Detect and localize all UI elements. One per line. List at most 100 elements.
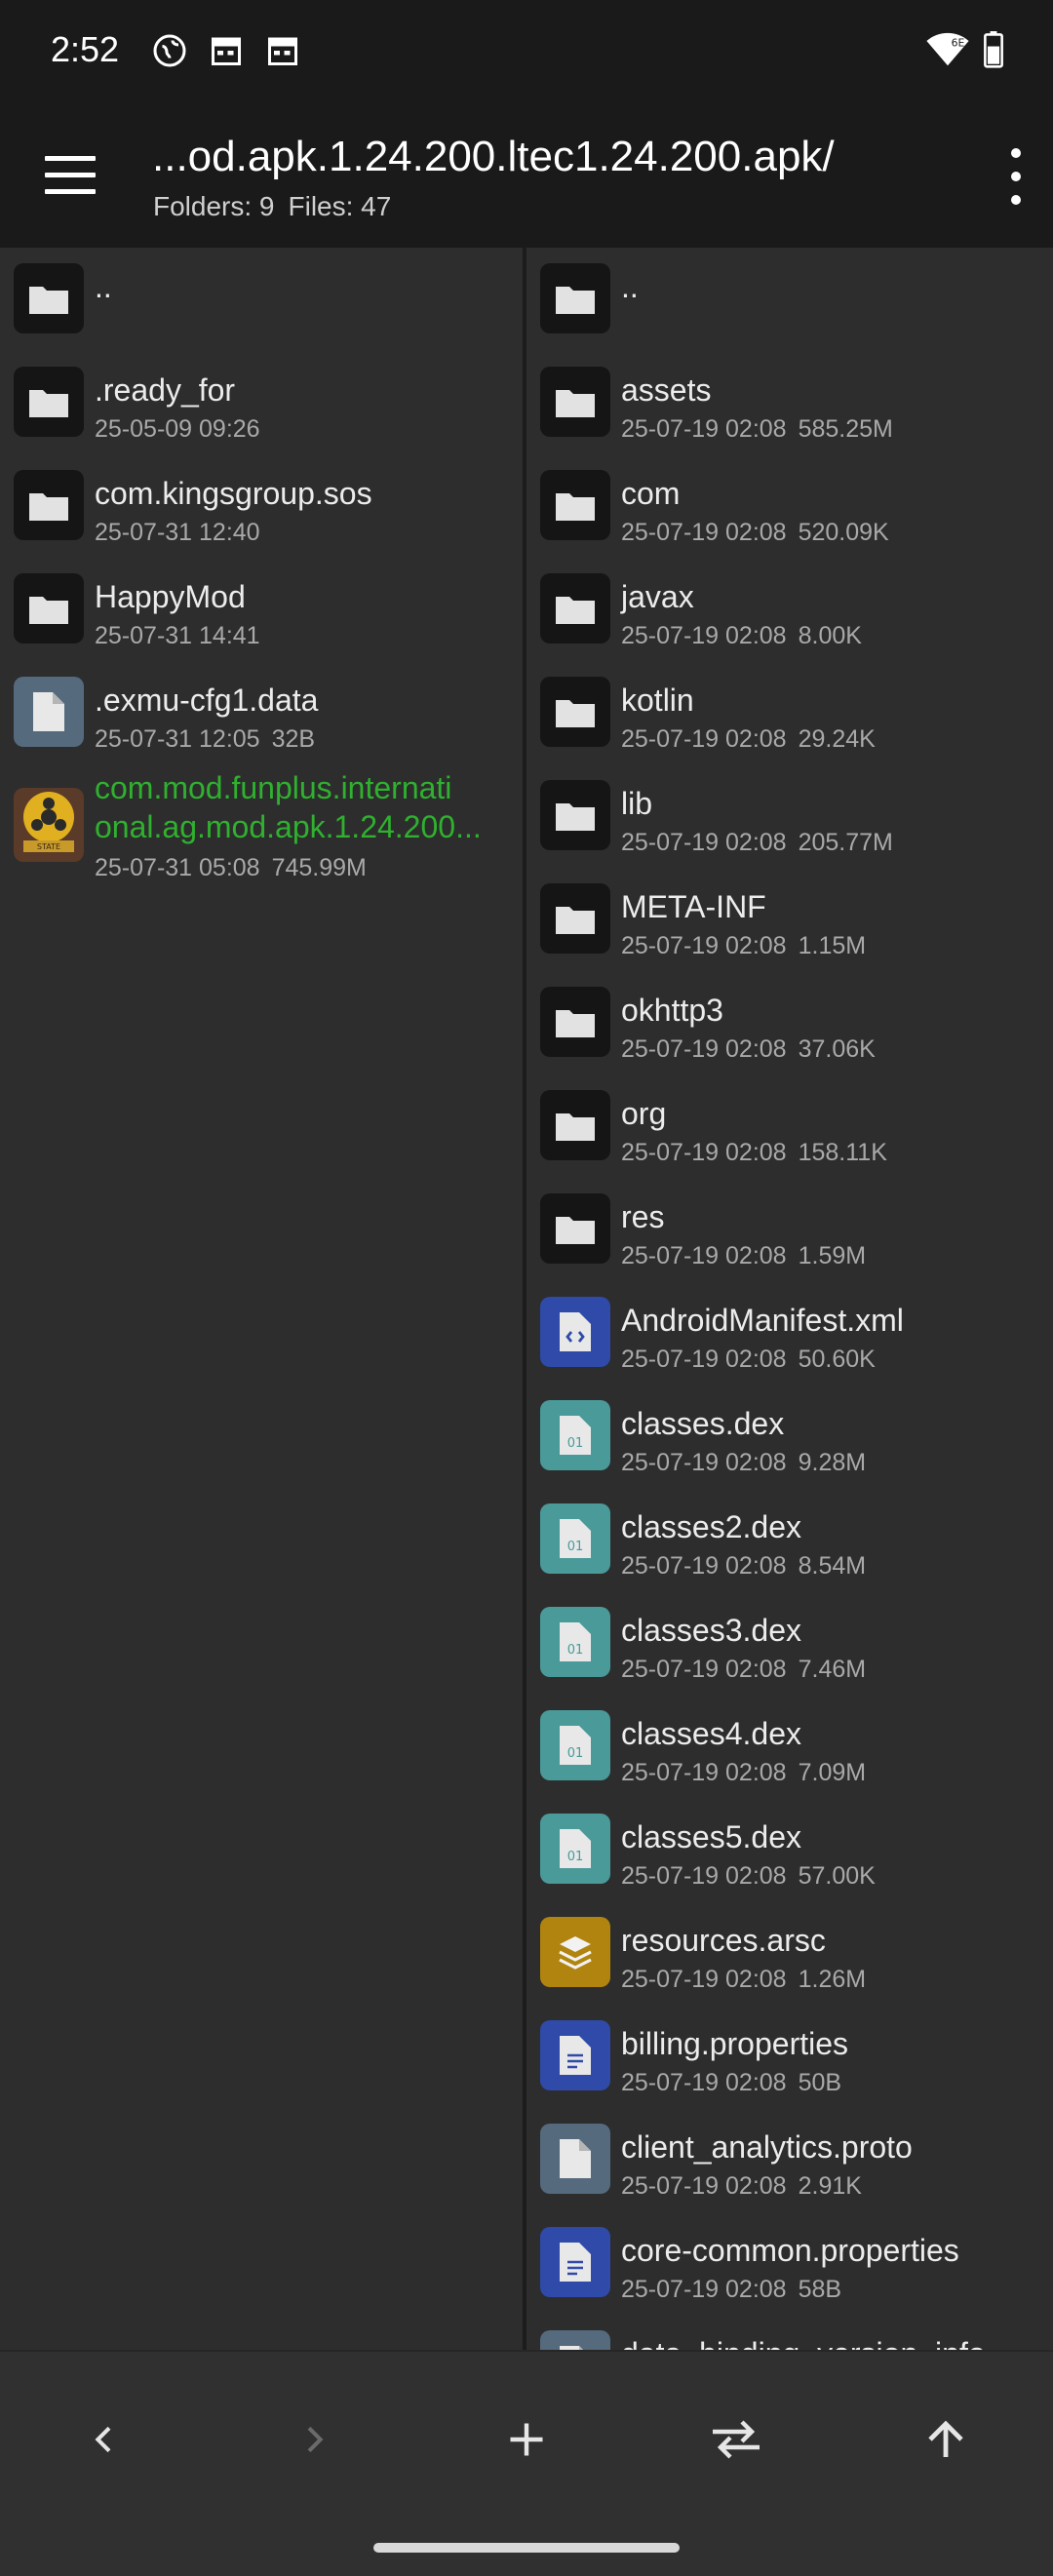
back-icon[interactable] [65,2400,143,2478]
list-item[interactable]: lib 25-07-19 02:08 205.77M [526,764,1053,868]
row-name: classes4.dex [621,1716,801,1751]
row-meta: 25-07-19 02:08 585.25M [621,415,905,444]
forward-icon[interactable] [275,2400,353,2478]
row-date: 25-07-19 02:08 [621,1966,787,1993]
app-bar: ...od.apk.1.24.200.ltec1.24.200.apk/ Fol… [0,107,1053,248]
left-file-pane[interactable]: .. .ready_for 25-05-09 09:26 com.kingsgr… [0,248,523,2350]
row-name: assets [621,372,712,408]
list-item[interactable]: META-INF 25-07-19 02:08 1.15M [526,868,1053,971]
row-name: resources.arsc [621,1923,826,1958]
list-item[interactable]: kotlin 25-07-19 02:08 29.24K [526,661,1053,764]
dex-file-icon: 01 [540,1607,610,1677]
list-item[interactable]: core-common.properties 25-07-19 02:08 58B [526,2211,1053,2315]
row-date: 25-07-19 02:08 [621,415,787,443]
dex-file-icon: 01 [540,1814,610,1884]
add-icon[interactable] [488,2400,566,2478]
row-meta: 25-05-09 09:26 [95,415,272,444]
row-date: 25-07-19 02:08 [621,1449,787,1476]
row-size: 7.46M [798,1656,867,1683]
apk-list-item[interactable]: STATE com.mod.funplus.internati onal.ag.… [0,770,523,907]
list-item[interactable]: billing.properties 25-07-19 02:08 50B [526,2005,1053,2108]
folder-icon [540,1090,610,1160]
bottom-toolbar [0,2350,1053,2576]
row-name: org [621,1096,667,1131]
list-item[interactable]: 01 classes2.dex 25-07-19 02:08 8.54M [526,1488,1053,1591]
row-meta: 25-07-19 02:08 1.59M [621,1242,878,1270]
svg-text:01: 01 [567,1643,584,1658]
parent-directory-row[interactable]: .. [526,248,1053,351]
right-file-pane[interactable]: .. assets 25-07-19 02:08 585.25M com 25-07-1… [526,248,1053,2350]
list-item[interactable]: 01 classes4.dex 25-07-19 02:08 7.09M [526,1695,1053,1798]
row-name: data_binding_version_info [621,2336,986,2350]
list-item[interactable]: 01 classes3.dex 25-07-19 02:08 7.46M [526,1591,1053,1695]
home-indicator[interactable] [373,2543,680,2553]
list-item[interactable]: javax 25-07-19 02:08 8.00K [526,558,1053,661]
row-date: 25-07-19 02:08 [621,1035,787,1063]
list-item[interactable]: okhttp3 25-07-19 02:08 37.06K [526,971,1053,1074]
row-name: HappyMod [95,579,246,614]
row-meta: 25-07-19 02:08 50B [621,2069,853,2097]
list-item[interactable]: data_binding_version_info [526,2315,1053,2350]
swap-icon[interactable] [697,2400,775,2478]
folder-icon [540,573,610,644]
list-item[interactable]: org 25-07-19 02:08 158.11K [526,1074,1053,1178]
svg-text:6E: 6E [952,36,965,49]
folder-icon [540,263,610,333]
list-item[interactable]: HappyMod 25-07-31 14:41 [0,558,523,661]
apk-name-line-2: onal.ag.mod.apk.1.24.200... [95,809,482,844]
list-item[interactable]: 01 classes5.dex 25-07-19 02:08 57.00K [526,1798,1053,1901]
list-item[interactable]: resources.arsc 25-07-19 02:08 1.26M [526,1901,1053,2005]
row-meta: 25-07-19 02:08 158.11K [621,1139,899,1167]
list-item[interactable]: com 25-07-19 02:08 520.09K [526,454,1053,558]
calendar-icon [212,37,241,65]
svg-text:01: 01 [567,1540,584,1554]
row-meta: 25-07-19 02:08 205.77M [621,829,905,857]
list-item[interactable]: assets 25-07-19 02:08 585.25M [526,351,1053,454]
folder-icon [14,367,84,437]
current-path: ...od.apk.1.24.200.ltec1.24.200.apk/ [152,133,835,180]
row-name: classes2.dex [621,1509,801,1544]
row-meta: 25-07-31 12:40 [95,519,272,547]
row-date: 25-07-31 14:41 [95,622,260,649]
row-size: 745.99M [271,854,367,881]
up-icon[interactable] [907,2400,985,2478]
list-item[interactable]: client_analytics.proto 25-07-19 02:08 2.91… [526,2108,1053,2211]
row-meta: 25-07-19 02:08 9.28M [621,1449,878,1477]
row-meta: 25-07-19 02:08 2.91K [621,2172,874,2201]
row-size: 1.59M [798,1242,867,1269]
apk-thumbnail-icon: STATE [14,788,84,862]
row-size: 7.09M [798,1759,867,1786]
svg-text:STATE: STATE [37,842,60,851]
row-name: okhttp3 [621,993,723,1028]
file-icon [540,2330,610,2350]
row-name: classes3.dex [621,1613,801,1648]
list-item[interactable]: 01 classes.dex 25-07-19 02:08 9.28M [526,1385,1053,1488]
wifi-icon: 6E [926,32,969,66]
folder-icon [14,573,84,644]
dex-file-icon: 01 [540,1400,610,1470]
row-meta: 25-07-19 02:08 1.26M [621,1966,878,1994]
row-meta: 25-07-19 02:08 7.09M [621,1759,878,1787]
parent-directory-row[interactable]: .. [0,248,523,351]
list-item[interactable]: AndroidManifest.xml 25-07-19 02:08 50.60K [526,1281,1053,1385]
list-item[interactable]: res 25-07-19 02:08 1.59M [526,1178,1053,1281]
list-item[interactable]: .exmu-cfg1.data 25-07-31 12:05 32B [0,661,523,764]
menu-icon[interactable] [45,156,96,195]
list-item[interactable]: .ready_for 25-05-09 09:26 [0,351,523,454]
row-size: 9.28M [798,1449,867,1476]
calendar-icon [268,37,297,65]
more-options-icon[interactable] [1004,148,1028,205]
row-meta: 25-07-19 02:08 37.06K [621,1035,887,1064]
row-size: 1.26M [798,1966,867,1993]
folder-icon [14,470,84,540]
xml-file-icon [540,1297,610,1367]
row-meta: 25-07-31 12:05 32B [95,725,327,754]
row-date: 25-07-19 02:08 [621,829,787,856]
list-item[interactable]: com.kingsgroup.sos 25-07-31 12:40 [0,454,523,558]
row-size: 50.60K [798,1346,876,1373]
row-date: 25-07-19 02:08 [621,1139,787,1166]
folder-icon [540,677,610,747]
row-name: AndroidManifest.xml [621,1303,904,1338]
row-date: 25-07-19 02:08 [621,2069,787,2096]
row-meta: 25-07-19 02:08 8.00K [621,622,874,650]
